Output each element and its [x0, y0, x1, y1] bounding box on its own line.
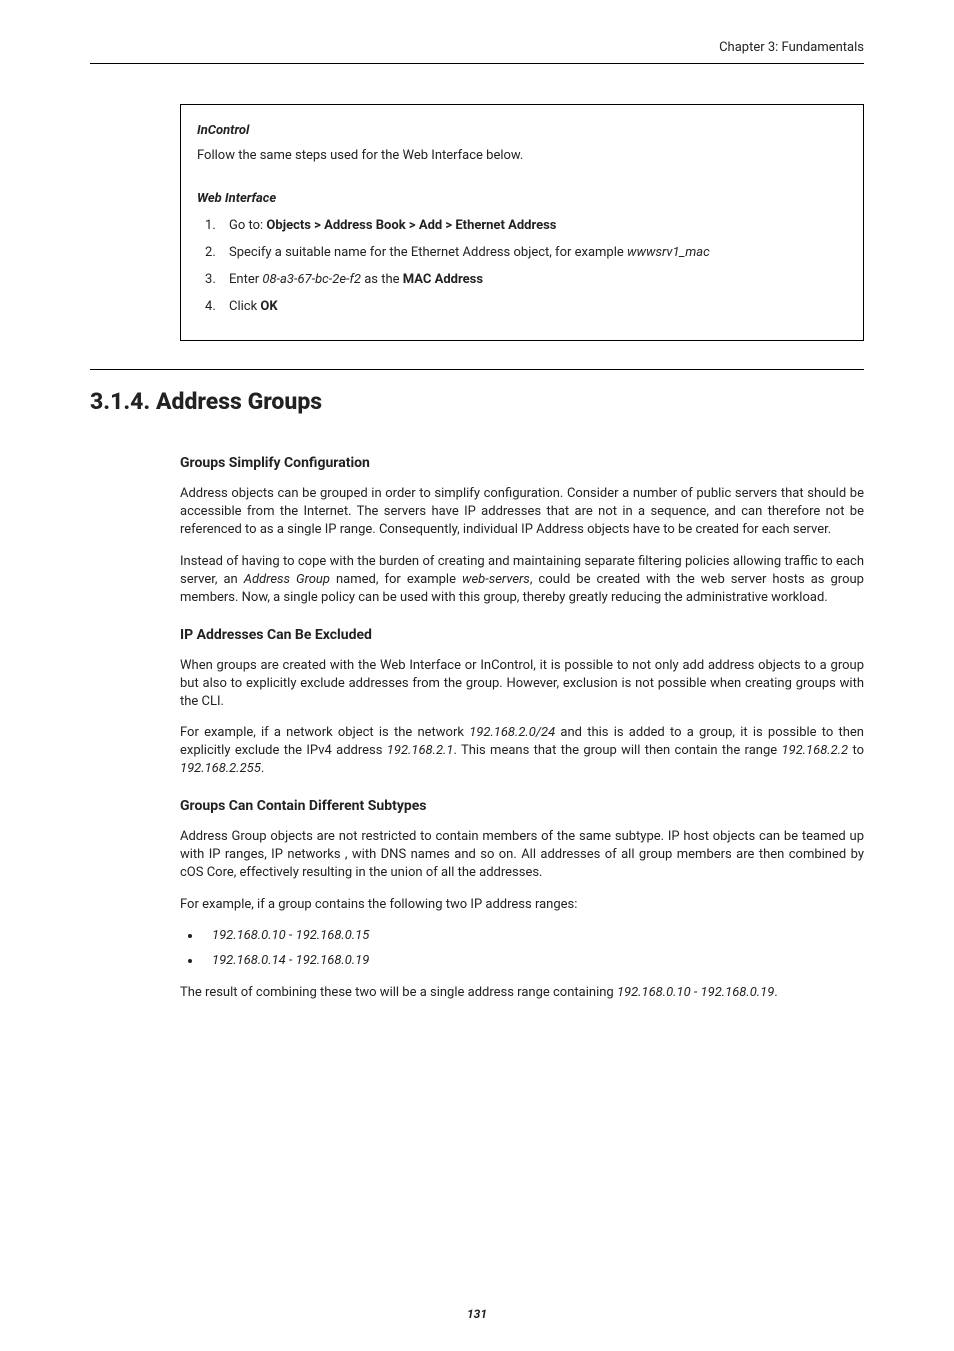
- subheading-subtypes: Groups Can Contain Different Subtypes: [180, 798, 864, 814]
- divider: [90, 369, 864, 370]
- box-step-2: Specify a suitable name for the Ethernet…: [219, 245, 847, 260]
- subheading-groups-simplify: Groups Simplify Configuration: [180, 455, 864, 471]
- paragraph: For example, if a network object is the …: [180, 724, 864, 778]
- subheading-ip-excluded: IP Addresses Can Be Excluded: [180, 627, 864, 643]
- paragraph: When groups are created with the Web Int…: [180, 657, 864, 711]
- list-item: 192.168.0.10 - 192.168.0.15: [202, 928, 864, 943]
- box-step-1: Go to: Objects > Address Book > Add > Et…: [219, 218, 847, 233]
- page-number: 131: [0, 1307, 954, 1321]
- list-item: 192.168.0.14 - 192.168.0.19: [202, 953, 864, 968]
- box-incontrol-title: InControl: [197, 123, 847, 138]
- page-header: Chapter 3: Fundamentals: [90, 40, 864, 64]
- box-incontrol-text: Follow the same steps used for the Web I…: [197, 148, 847, 163]
- chapter-label: Chapter 3: Fundamentals: [719, 40, 864, 55]
- example-box: InControl Follow the same steps used for…: [180, 104, 864, 341]
- box-webinterface-title: Web Interface: [197, 191, 847, 206]
- box-step-4: Click OK: [219, 299, 847, 314]
- section-heading: 3.1.4. Address Groups: [90, 388, 864, 415]
- paragraph: Instead of having to cope with the burde…: [180, 553, 864, 607]
- ip-range-list: 192.168.0.10 - 192.168.0.15 192.168.0.14…: [180, 928, 864, 968]
- paragraph: Address objects can be grouped in order …: [180, 485, 864, 539]
- box-steps-list: Go to: Objects > Address Book > Add > Et…: [197, 218, 847, 314]
- paragraph: The result of combining these two will b…: [180, 984, 864, 1002]
- paragraph: Address Group objects are not restricted…: [180, 828, 864, 882]
- paragraph: For example, if a group contains the fol…: [180, 896, 864, 914]
- box-step-3: Enter 08-a3-67-bc-2e-f2 as the MAC Addre…: [219, 272, 847, 287]
